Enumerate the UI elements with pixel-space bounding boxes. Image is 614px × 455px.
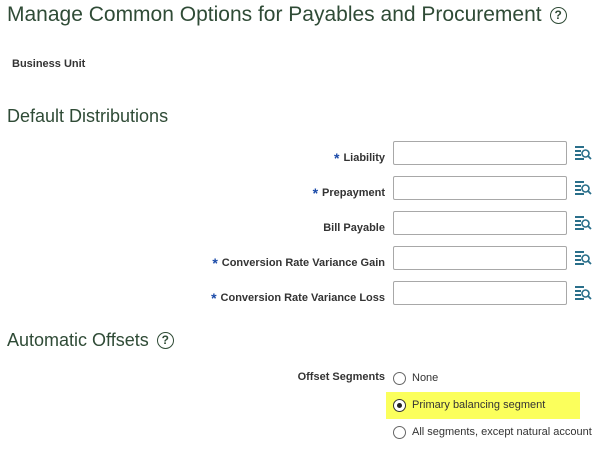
required-indicator: * — [312, 185, 319, 201]
prepayment-label: * Prepayment — [312, 183, 385, 201]
bill-payable-label: Bill Payable — [319, 218, 385, 234]
required-indicator: * — [333, 150, 340, 166]
automatic-offsets-heading-text: Automatic Offsets — [7, 330, 149, 350]
conversion-rate-variance-loss-row: * Conversion Rate Variance Loss — [0, 281, 614, 309]
conversion-rate-variance-gain-row: * Conversion Rate Variance Gain — [0, 246, 614, 274]
prepayment-label-text: Prepayment — [322, 187, 385, 199]
radio-option-label: All segments, except natural account — [412, 426, 592, 438]
radio-option-label: None — [412, 372, 439, 384]
liability-label-text: Liability — [343, 152, 385, 164]
page-title: Manage Common Options for Payables and P… — [7, 3, 567, 27]
page-title-text: Manage Common Options for Payables and P… — [7, 3, 542, 26]
radio-button-selected[interactable] — [393, 398, 406, 412]
conversion-rate-variance-loss-label: * Conversion Rate Variance Loss — [211, 288, 385, 306]
bill-payable-input[interactable] — [393, 211, 567, 235]
conversion-rate-variance-loss-label-text: Conversion Rate Variance Loss — [220, 292, 385, 304]
radio-option-label: Primary balancing segment — [412, 399, 546, 411]
conversion-rate-variance-gain-label-text: Conversion Rate Variance Gain — [221, 257, 385, 269]
business-unit-label: Business Unit — [12, 58, 86, 70]
required-indicator: * — [212, 255, 218, 271]
search-icon[interactable] — [574, 284, 592, 302]
liability-input[interactable] — [393, 141, 567, 165]
default-distributions-heading: Default Distributions — [7, 106, 169, 126]
prepayment-input[interactable] — [393, 176, 567, 200]
required-indicator: * — [211, 290, 217, 306]
prepayment-row: * Prepayment — [0, 176, 614, 204]
conversion-rate-variance-gain-input[interactable] — [393, 246, 567, 270]
bill-payable-row: Bill Payable — [0, 211, 614, 239]
conversion-rate-variance-gain-label: * Conversion Rate Variance Gain — [212, 253, 385, 271]
radio-option-all-segments[interactable]: All segments, except natural account — [393, 423, 592, 441]
page: Manage Common Options for Payables and P… — [0, 0, 614, 455]
automatic-offsets-heading: Automatic Offsets ? — [7, 330, 174, 351]
conversion-rate-variance-loss-input[interactable] — [393, 281, 567, 305]
liability-row: * Liability — [0, 141, 614, 169]
search-icon[interactable] — [574, 249, 592, 267]
search-icon[interactable] — [574, 144, 592, 162]
radio-button[interactable] — [393, 425, 406, 439]
offset-segments-label: Offset Segments — [297, 371, 385, 383]
help-icon[interactable]: ? — [156, 332, 174, 349]
radio-option-primary-balancing-segment[interactable]: Primary balancing segment — [393, 396, 545, 414]
radio-button[interactable] — [393, 371, 406, 385]
radio-option-none[interactable]: None — [393, 369, 438, 387]
search-icon[interactable] — [574, 214, 592, 232]
search-icon[interactable] — [574, 179, 592, 197]
liability-label: * Liability — [333, 148, 385, 166]
help-icon[interactable]: ? — [549, 6, 567, 24]
bill-payable-label-text: Bill Payable — [323, 222, 385, 234]
